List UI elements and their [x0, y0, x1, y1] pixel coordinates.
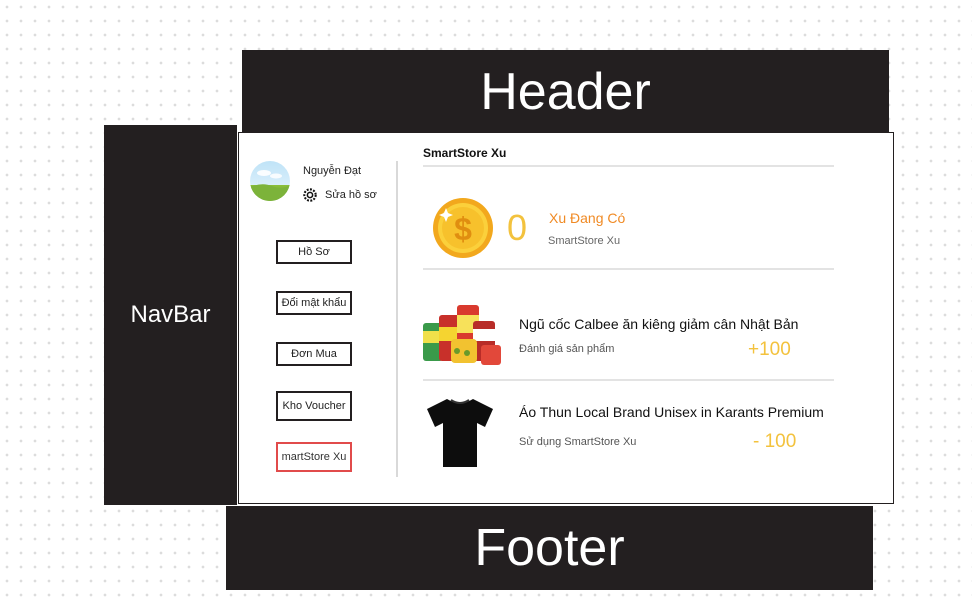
transaction-amount: +100: [748, 339, 791, 360]
transaction-title[interactable]: Ngũ cốc Calbee ăn kiêng giảm cân Nhật Bả…: [519, 316, 798, 332]
section-title: SmartStore Xu: [423, 146, 507, 160]
menu-profile-button[interactable]: Hồ Sơ: [276, 240, 352, 264]
profile-name: Nguyễn Đạt: [303, 165, 362, 177]
avatar[interactable]: [250, 161, 290, 201]
xu-balance: 0: [507, 207, 528, 248]
menu-change-password-button[interactable]: Đổi mật khẩu: [276, 291, 352, 315]
edit-profile-label: Sửa hồ sơ: [325, 189, 377, 201]
divider: [423, 268, 834, 270]
svg-text:$: $: [454, 211, 472, 247]
navbar-placeholder: NavBar: [104, 125, 237, 505]
xu-balance-label: Xu Đang Có: [549, 210, 626, 226]
menu-smartstore-xu-button[interactable]: martStore Xu: [276, 442, 352, 472]
navbar-label: NavBar: [130, 301, 211, 328]
avatar-image: [250, 170, 290, 201]
transaction-desc: Sử dụng SmartStore Xu: [519, 436, 637, 448]
gear-icon: [303, 188, 317, 202]
black-tshirt-image: [427, 399, 493, 467]
content-panel: Nguyễn Đạt Sửa hồ sơ Hồ Sơ Đổi mật khẩu …: [238, 132, 894, 504]
edit-profile-link[interactable]: Sửa hồ sơ: [303, 188, 377, 202]
menu-voucher-button[interactable]: Kho Voucher: [276, 391, 352, 421]
header-label: Header: [480, 63, 651, 121]
transaction-amount: - 100: [753, 431, 797, 452]
footer-placeholder: Footer: [226, 506, 873, 590]
transaction-desc: Đánh giá sản phẩm: [519, 343, 615, 355]
footer-label: Footer: [474, 519, 625, 577]
xu-balance-sub: SmartStore Xu: [548, 235, 621, 247]
vertical-divider: [396, 161, 398, 477]
cereal-products-image: [423, 305, 501, 365]
divider: [423, 165, 834, 167]
header-placeholder: Header: [242, 50, 889, 134]
divider: [423, 379, 834, 381]
menu-orders-button[interactable]: Đơn Mua: [276, 342, 352, 366]
coin-icon: $: [433, 198, 493, 258]
transaction-title[interactable]: Áo Thun Local Brand Unisex in Karants Pr…: [519, 404, 824, 420]
